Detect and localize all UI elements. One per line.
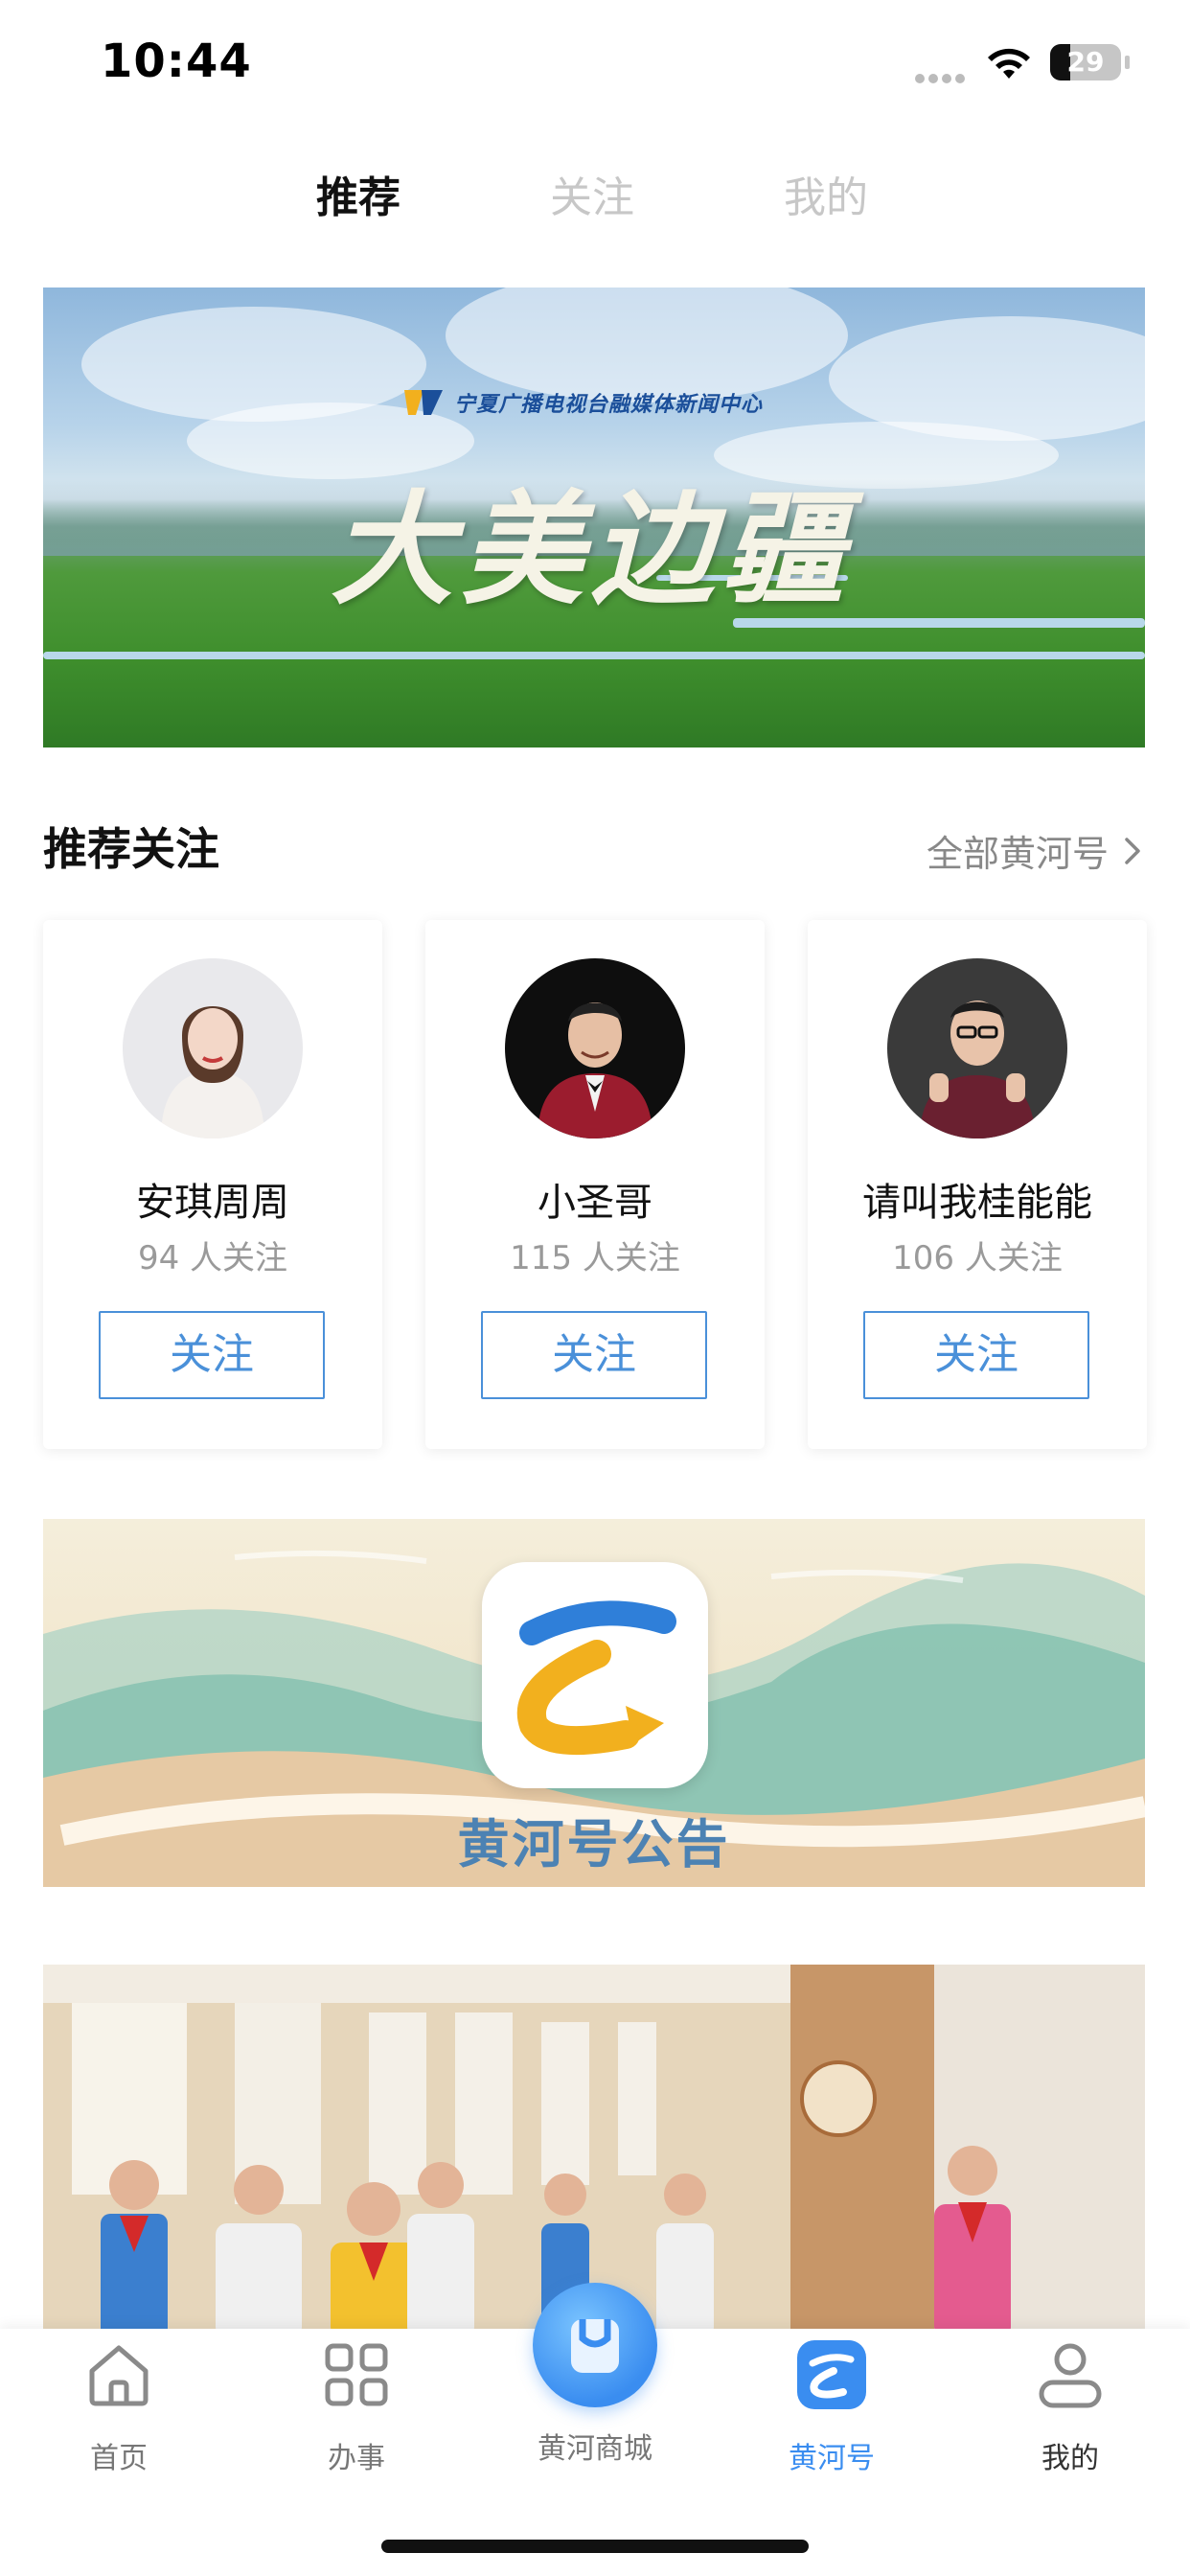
nav-huanghe[interactable]: 黄河号 [755, 2329, 908, 2501]
nav-label: 黄河商城 [538, 2432, 652, 2466]
mall-icon [533, 2283, 657, 2407]
huanghe-app-icon [482, 1562, 708, 1788]
nav-label: 首页 [90, 2442, 148, 2475]
huanghe-icon [797, 2340, 866, 2409]
home-indicator [381, 2540, 809, 2553]
nav-services[interactable]: 办事 [280, 2329, 433, 2501]
hero-banner[interactable]: 宁夏广播电视台融媒体新闻中心 大美边疆 [43, 288, 1145, 748]
chevron-right-icon [1125, 837, 1140, 864]
account-name: 安琪周周 [136, 1181, 289, 1225]
tv-logo-icon [404, 390, 443, 415]
grid-icon [325, 2343, 388, 2406]
all-accounts-link[interactable]: 全部黄河号 [927, 824, 1147, 877]
wifi-icon [988, 48, 1030, 79]
avatar [887, 958, 1067, 1138]
section-title: 推荐关注 [43, 823, 219, 875]
follow-button[interactable]: 关注 [481, 1311, 707, 1399]
account-name: 请叫我桂能能 [862, 1181, 1092, 1225]
tab-mine[interactable]: 我的 [784, 163, 868, 224]
battery-icon: 29 [1050, 44, 1121, 80]
nav-label: 办事 [328, 2442, 385, 2475]
user-icon [1039, 2343, 1102, 2408]
home-icon [89, 2345, 149, 2406]
avatar [123, 958, 303, 1138]
announcement-banner[interactable]: 黄河号公告 [43, 1519, 1145, 1887]
follow-button[interactable]: 关注 [863, 1311, 1089, 1399]
follow-button[interactable]: 关注 [99, 1311, 325, 1399]
follower-count: 94 人关注 [137, 1239, 288, 1277]
nav-label: 我的 [1041, 2442, 1099, 2475]
account-card[interactable]: 小圣哥 115 人关注 关注 [425, 920, 765, 1449]
follower-count: 115 人关注 [510, 1239, 680, 1277]
account-name: 小圣哥 [538, 1181, 652, 1225]
avatar [505, 958, 685, 1138]
status-bar: 10:44 29 [0, 0, 1190, 125]
account-card[interactable]: 安琪周周 94 人关注 关注 [43, 920, 382, 1449]
nav-profile[interactable]: 我的 [994, 2329, 1147, 2501]
tab-recommend[interactable]: 推荐 [316, 163, 400, 224]
battery-percent: 29 [1066, 46, 1105, 78]
tab-following[interactable]: 关注 [550, 163, 634, 224]
nav-home[interactable]: 首页 [42, 2329, 195, 2501]
account-card[interactable]: 请叫我桂能能 106 人关注 关注 [808, 920, 1147, 1449]
clock: 10:44 [101, 34, 252, 88]
banner-title: 大美边疆 [331, 478, 853, 622]
top-tabs: 推荐 关注 我的 [0, 153, 1190, 230]
all-accounts-label: 全部黄河号 [926, 833, 1109, 875]
follower-count: 106 人关注 [892, 1239, 1063, 1277]
cellular-signal-icon [915, 69, 971, 83]
battery-cap [1125, 56, 1130, 69]
nav-mall[interactable]: 黄河商城 [518, 2283, 672, 2501]
broadcaster-logo: 宁夏广播电视台融媒体新闻中心 [402, 383, 763, 422]
broadcaster-name: 宁夏广播电视台融媒体新闻中心 [454, 393, 764, 417]
nav-label: 黄河号 [789, 2442, 875, 2475]
announcement-title: 黄河号公告 [457, 1814, 731, 1874]
